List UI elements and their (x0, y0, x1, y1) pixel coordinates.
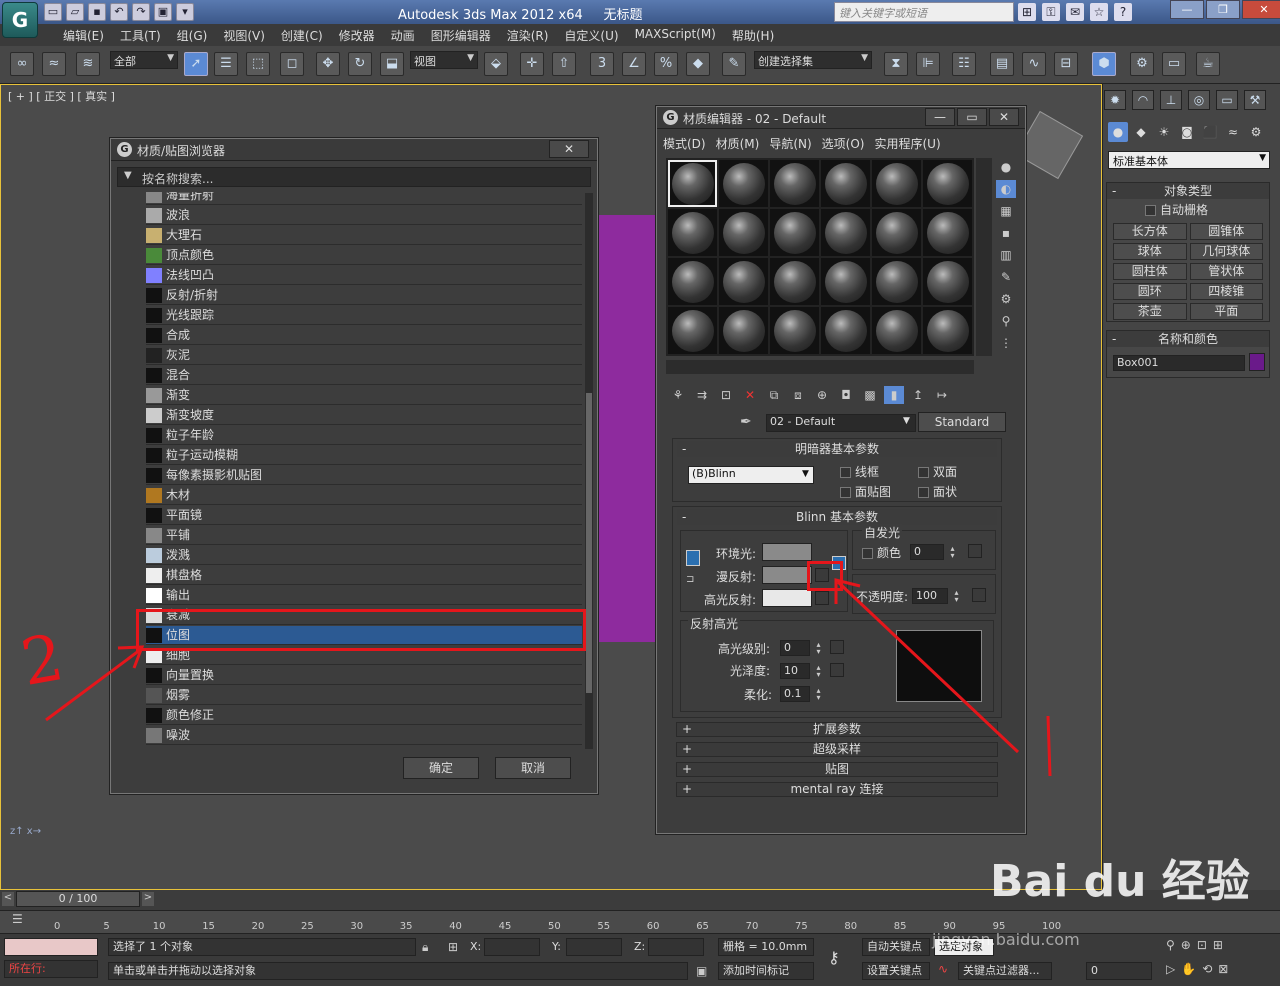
watermark-url: jingyan.baidu.com (932, 930, 1080, 949)
app-logo-button[interactable]: G (2, 2, 38, 38)
baidu-watermark: Bai du 经验 (990, 856, 1250, 907)
annotation-arrows (45, 578, 1052, 777)
arrow-to-diffuse-map (836, 580, 1020, 754)
annotation-number-one-stroke (1046, 715, 1052, 777)
